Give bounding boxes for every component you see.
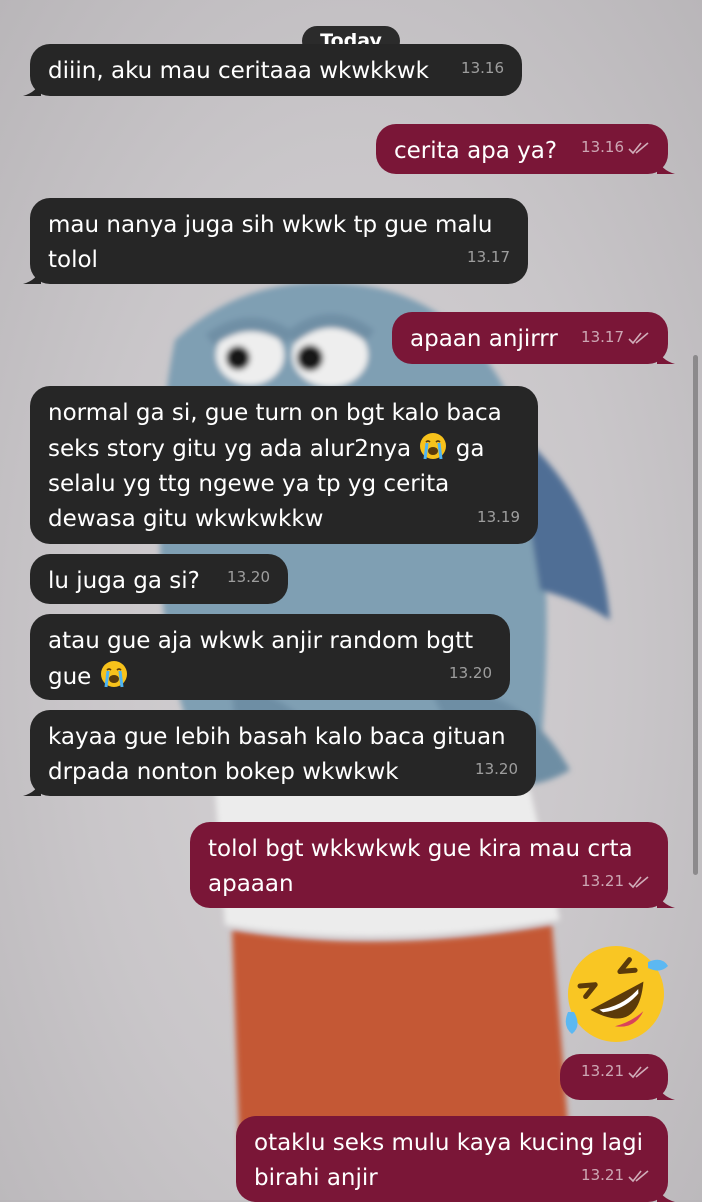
message-time: 13.20 xyxy=(227,568,270,586)
message-text: diiin, aku mau ceritaaa wkwkkwk xyxy=(48,58,429,84)
bubble-tail xyxy=(657,892,675,908)
message-time: 13.16 xyxy=(461,59,504,77)
bubble-tail xyxy=(657,1084,675,1100)
bubble-tail xyxy=(657,348,675,364)
incoming-message[interactable]: atau gue aja wkwk anjir random bgtt gue … xyxy=(30,614,510,700)
message-text: apaan anjirrr xyxy=(410,326,558,352)
outgoing-message[interactable]: 13.21 xyxy=(560,1054,675,1100)
incoming-message[interactable]: normal ga si, gue turn on bgt kalo baca … xyxy=(30,386,538,544)
message-text: lu juga ga si? xyxy=(48,568,200,594)
rolling-on-the-floor-laughing-icon[interactable] xyxy=(560,938,672,1050)
message-time: 13.17 xyxy=(467,248,510,266)
message-time: 13.20 xyxy=(475,760,518,778)
incoming-message[interactable]: diiin, aku mau ceritaaa wkwkkwk 13.16 xyxy=(23,44,522,96)
scrollbar[interactable] xyxy=(693,355,698,875)
read-receipt-icon xyxy=(628,1169,649,1182)
outgoing-message[interactable]: apaan anjirrr 13.17 xyxy=(392,312,675,364)
message-time: 13.19 xyxy=(477,508,520,526)
message-text: cerita apa ya? xyxy=(394,138,558,164)
outgoing-message[interactable]: cerita apa ya? 13.16 xyxy=(376,124,675,174)
message-text: mau nanya juga sih wkwk tp gue malu tolo… xyxy=(48,212,493,273)
outgoing-message[interactable]: otaklu seks mulu kaya kucing lagi birahi… xyxy=(236,1116,675,1202)
read-receipt-icon xyxy=(628,141,649,154)
bubble-tail xyxy=(23,780,41,796)
message-text: tolol bgt wkkwkwk gue kira mau crta apaa… xyxy=(208,836,633,897)
message-time: 13.20 xyxy=(449,664,492,682)
outgoing-message[interactable]: tolol bgt wkkwkwk gue kira mau crta apaa… xyxy=(190,822,675,908)
message-time: 13.21 xyxy=(581,1166,624,1184)
read-receipt-icon xyxy=(628,875,649,888)
message-text: kayaa gue lebih basah kalo baca gituan d… xyxy=(48,724,506,785)
incoming-message[interactable]: mau nanya juga sih wkwk tp gue malu tolo… xyxy=(23,198,528,284)
loudly-crying-face-icon xyxy=(420,433,447,460)
incoming-message[interactable]: kayaa gue lebih basah kalo baca gituan d… xyxy=(23,710,536,796)
read-receipt-icon xyxy=(628,1065,649,1078)
message-time: 13.21 xyxy=(581,1062,624,1080)
incoming-message[interactable]: lu juga ga si? 13.20 xyxy=(30,554,288,604)
message-time: 13.17 xyxy=(581,328,624,346)
message-time: 13.16 xyxy=(581,138,624,156)
bubble-tail xyxy=(23,268,41,284)
bubble-tail xyxy=(23,80,41,96)
loudly-crying-face-icon xyxy=(100,661,127,688)
message-time: 13.21 xyxy=(581,872,624,890)
read-receipt-icon xyxy=(628,331,649,344)
bubble-tail xyxy=(657,158,675,174)
